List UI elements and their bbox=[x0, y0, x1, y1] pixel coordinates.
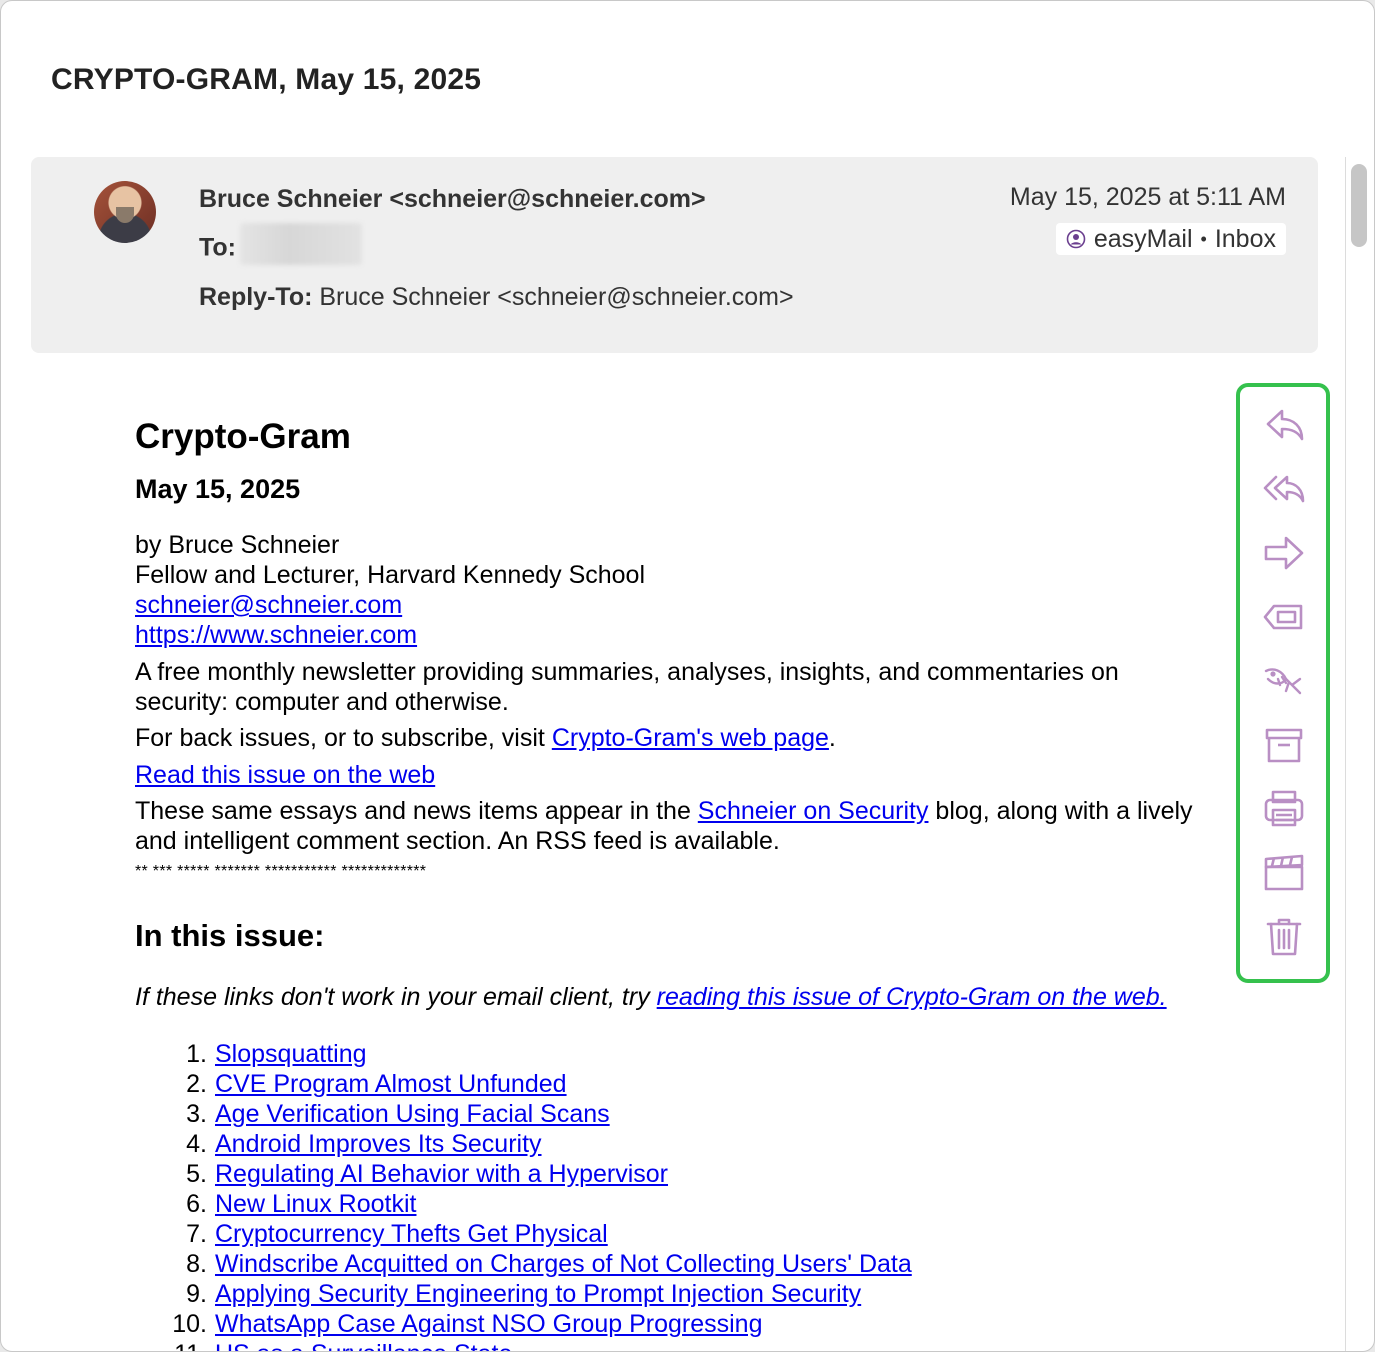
toc-link[interactable]: Cryptocurrency Thefts Get Physical bbox=[215, 1219, 608, 1249]
in-this-issue-heading: In this issue: bbox=[135, 918, 325, 953]
reply-icon bbox=[1266, 409, 1304, 441]
reply-to-row: Reply-To: Bruce Schneier <schneier@schne… bbox=[199, 283, 794, 312]
mailbox-separator: • bbox=[1200, 228, 1207, 249]
toc-item: 3. Age Verification Using Facial Scans bbox=[151, 1099, 912, 1129]
toc-number: 2. bbox=[186, 1070, 207, 1098]
toc-link[interactable]: Slopsquatting bbox=[215, 1039, 367, 1069]
message-header: Bruce Schneier <schneier@schneier.com> T… bbox=[31, 157, 1318, 353]
message-window: CRYPTO-GRAM, May 15, 2025 Bruce Schneier… bbox=[0, 0, 1375, 1352]
toc-item: 5. Regulating AI Behavior with a Hypervis… bbox=[151, 1159, 912, 1189]
web-note-link[interactable]: reading this issue of Crypto-Gram on the… bbox=[657, 983, 1167, 1011]
toc-item: 8. Windscribe Acquitted on Charges of Not… bbox=[151, 1249, 912, 1279]
sender-avatar[interactable] bbox=[94, 181, 156, 243]
trash-button[interactable] bbox=[1261, 917, 1307, 957]
message-subject: CRYPTO-GRAM, May 15, 2025 bbox=[51, 63, 482, 96]
toc-item: 1. Slopsquatting bbox=[151, 1039, 912, 1069]
toc-number: 7. bbox=[186, 1220, 207, 1248]
toc-item: 10. WhatsApp Case Against NSO Group Progr… bbox=[151, 1309, 912, 1339]
account-name: easyMail bbox=[1093, 224, 1193, 253]
reply-button[interactable] bbox=[1261, 405, 1307, 445]
action-toolbar bbox=[1236, 383, 1330, 983]
back-issues-line: For back issues, or to subscribe, visit … bbox=[135, 723, 836, 753]
sender-address[interactable]: Bruce Schneier <schneier@schneier.com> bbox=[199, 185, 706, 214]
toc-item: 4. Android Improves Its Security bbox=[151, 1129, 912, 1159]
forward-icon bbox=[1264, 536, 1304, 570]
archive-icon bbox=[1265, 728, 1303, 763]
toc-number: 5. bbox=[186, 1160, 207, 1188]
clapperboard-icon bbox=[1264, 854, 1304, 891]
toc-link[interactable]: New Linux Rootkit bbox=[215, 1189, 416, 1219]
reply-to-address[interactable]: Bruce Schneier <schneier@schneier.com> bbox=[319, 283, 793, 311]
print-icon bbox=[1264, 790, 1304, 827]
reply-all-button[interactable] bbox=[1261, 469, 1307, 509]
message-date: May 15, 2025 at 5:11 AM bbox=[1009, 183, 1286, 211]
clapperboard-button[interactable] bbox=[1261, 853, 1307, 893]
website-link[interactable]: https://www.schneier.com bbox=[135, 621, 417, 649]
blog-paragraph: These same essays and news items appear … bbox=[135, 796, 1195, 856]
separator-stars: ** *** ***** ******* *********** *******… bbox=[135, 863, 427, 880]
tag-button[interactable] bbox=[1261, 597, 1307, 637]
toc-item: 2. CVE Program Almost Unfunded bbox=[151, 1069, 912, 1099]
read-on-web-link[interactable]: Read this issue on the web bbox=[135, 761, 435, 789]
scrollbar-thumb[interactable] bbox=[1351, 164, 1367, 247]
newsletter-affiliation: Fellow and Lecturer, Harvard Kennedy Sch… bbox=[135, 561, 646, 589]
toc-item: 11. US as a Surveillance State bbox=[151, 1339, 912, 1351]
archive-button[interactable] bbox=[1261, 725, 1307, 765]
junk-icon bbox=[1264, 668, 1302, 695]
newsletter-date: May 15, 2025 bbox=[135, 474, 301, 504]
newsletter-title: Crypto-Gram bbox=[135, 417, 351, 456]
newsletter-byline: by Bruce Schneier bbox=[135, 531, 340, 559]
newsletter-description: A free monthly newsletter providing summ… bbox=[135, 658, 1119, 716]
blog-text-prefix: These same essays and news items appear … bbox=[135, 797, 698, 825]
toc-number: 8. bbox=[186, 1250, 207, 1278]
forward-button[interactable] bbox=[1261, 533, 1307, 573]
toc-number: 1. bbox=[186, 1040, 207, 1068]
toc-item: 7. Cryptocurrency Thefts Get Physical bbox=[151, 1219, 912, 1249]
back-issues-text: For back issues, or to subscribe, visit bbox=[135, 724, 552, 752]
reply-all-icon bbox=[1263, 475, 1305, 503]
to-label: To: bbox=[199, 233, 237, 262]
recipient-redacted bbox=[240, 223, 363, 265]
toc-number: 6. bbox=[186, 1190, 207, 1218]
toc-number: 3. bbox=[186, 1100, 207, 1128]
reply-to-label: Reply-To: bbox=[199, 283, 313, 311]
web-note-text: If these links don't work in your email … bbox=[135, 983, 657, 1011]
toc-link[interactable]: CVE Program Almost Unfunded bbox=[215, 1069, 567, 1099]
toc-number: 11. bbox=[151, 1339, 207, 1351]
email-link[interactable]: schneier@schneier.com bbox=[135, 591, 402, 619]
toc-item: 6. New Linux Rootkit bbox=[151, 1189, 912, 1219]
toc-link[interactable]: Age Verification Using Facial Scans bbox=[215, 1099, 610, 1129]
toc-list: 1. Slopsquatting 2. CVE Program Almost Unf… bbox=[151, 1039, 912, 1351]
trash-icon bbox=[1266, 918, 1302, 956]
toc-number: 4. bbox=[186, 1130, 207, 1158]
mailbox-badge[interactable]: easyMail • Inbox bbox=[1055, 223, 1286, 255]
scrollbar-track bbox=[1345, 157, 1346, 1351]
toc-link[interactable]: Android Improves Its Security bbox=[215, 1129, 542, 1159]
junk-button[interactable] bbox=[1261, 661, 1307, 701]
tag-icon bbox=[1263, 604, 1303, 630]
account-icon bbox=[1066, 229, 1086, 249]
toc-link[interactable]: Windscribe Acquitted on Charges of Not C… bbox=[215, 1249, 912, 1279]
web-page-link[interactable]: Crypto-Gram's web page bbox=[552, 724, 829, 752]
toc-link[interactable]: Regulating AI Behavior with a Hypervisor bbox=[215, 1159, 668, 1189]
blog-link[interactable]: Schneier on Security bbox=[698, 797, 929, 825]
toc-link[interactable]: Applying Security Engineering to Prompt … bbox=[215, 1279, 861, 1309]
mailbox-name: Inbox bbox=[1214, 224, 1276, 253]
back-issues-period: . bbox=[828, 724, 836, 752]
toc-link[interactable]: US as a Surveillance State bbox=[215, 1339, 512, 1351]
toc-number: 9. bbox=[186, 1280, 207, 1308]
toc-link[interactable]: WhatsApp Case Against NSO Group Progress… bbox=[215, 1309, 763, 1339]
print-button[interactable] bbox=[1261, 789, 1307, 829]
to-row: To: bbox=[199, 223, 363, 265]
web-note: If these links don't work in your email … bbox=[135, 983, 1167, 1012]
toc-number: 10. bbox=[172, 1310, 207, 1338]
toc-item: 9. Applying Security Engineering to Promp… bbox=[151, 1279, 912, 1309]
